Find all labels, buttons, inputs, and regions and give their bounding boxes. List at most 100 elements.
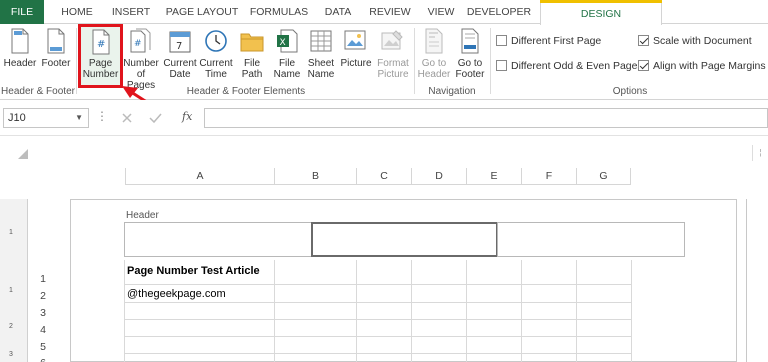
column-header-g[interactable]: G [576,168,631,185]
tab-insert[interactable]: INSERT [108,0,154,24]
go-to-header-icon [423,28,445,57]
different-odd-even-checkbox[interactable] [496,60,507,71]
row-header-5[interactable]: 5 [32,341,54,353]
name-box-dropdown-icon[interactable]: ▼ [75,109,83,127]
current-date-button[interactable]: 7 Current Date [162,28,198,84]
tab-review[interactable]: REVIEW [366,0,414,24]
different-odd-even-label: Different Odd & Even Pages [511,60,643,72]
tab-page-layout[interactable]: PAGE LAYOUT [164,0,240,24]
name-box[interactable]: J10 ▼ [3,108,89,128]
format-picture-icon [380,28,406,57]
ruler-tick: 3 [9,351,13,358]
header-label: Header [3,58,37,69]
row-header-2[interactable]: 2 [32,290,54,302]
align-with-margins-label: Align with Page Margins [653,60,766,72]
fx-icon[interactable]: fx [182,110,192,123]
column-header-f[interactable]: F [521,168,576,185]
cell-a2[interactable]: @thegeekpage.com [127,288,226,300]
enter-icon[interactable] [149,113,162,124]
grid-line [411,260,412,362]
grid-line [124,319,631,320]
sheet-name-button[interactable]: Sheet Name [304,28,338,84]
tab-design[interactable]: DESIGN [540,3,662,25]
tab-formulas[interactable]: FORMULAS [248,0,310,24]
ruler-tick: 1 [9,229,13,236]
grid-line [124,336,631,337]
align-with-margins-option[interactable]: Align with Page Margins [638,59,766,73]
number-of-pages-button[interactable]: # Number of Pages [122,28,160,91]
tab-home[interactable]: HOME [56,0,98,24]
grid-line [521,260,522,362]
file-name-label: File Name [273,58,301,80]
clock-icon [204,28,228,57]
grid-line [124,284,631,285]
formula-bar-grip-icon[interactable]: ⋮ [96,109,108,123]
name-box-value: J10 [8,112,26,124]
grid-line [356,260,357,362]
ribbon: Header Footer Header & Footer # Page Num… [0,24,768,100]
header-area-label: Header [126,210,159,221]
cancel-icon[interactable] [122,113,132,123]
tab-developer[interactable]: DEVELOPER [466,0,532,24]
footer-button[interactable]: Footer [38,28,74,84]
ruler-tick: 2 [9,323,13,330]
grid-line [274,260,275,362]
file-path-label: File Path [241,58,263,80]
header-button[interactable]: Header [2,28,38,84]
grid-line [124,260,125,362]
cell-a1[interactable]: Page Number Test Article [127,265,260,277]
svg-text:#: # [134,39,142,49]
header-left-section[interactable] [124,222,312,257]
grid-line [576,260,577,362]
select-all-icon[interactable] [18,149,28,159]
column-header-a[interactable]: A [125,168,274,185]
file-name-button[interactable]: X File Name [270,28,304,84]
column-header-e[interactable]: E [466,168,521,185]
vertical-ruler: 1 1 2 3 [0,199,28,362]
current-time-label: Current Time [199,58,233,80]
number-of-pages-icon: # [129,28,153,57]
picture-button[interactable]: Picture [338,28,374,84]
scale-with-document-checkbox[interactable] [638,35,649,46]
format-picture-label: Format Picture [377,58,409,80]
ribbon-tab-bar: FILE HOME INSERT PAGE LAYOUT FORMULAS DA… [0,0,768,25]
align-with-margins-checkbox[interactable] [638,60,649,71]
format-picture-button[interactable]: Format Picture [374,28,412,84]
formula-input[interactable] [204,108,768,128]
footer-icon [45,28,67,57]
sheet-icon [309,28,333,57]
worksheet-area[interactable]: ¦ A B C D E F G 1 1 2 3 Header 1 2 3 4 5… [0,137,768,362]
grid-line [124,353,631,354]
file-path-button[interactable]: File Path [236,28,268,84]
group-label-options: Options [612,86,648,97]
current-time-button[interactable]: Current Time [198,28,234,84]
scale-with-document-option[interactable]: Scale with Document [638,34,766,48]
go-to-footer-button[interactable]: Go to Footer [452,28,488,84]
calendar-icon: 7 [168,28,192,57]
different-first-page-label: Different First Page [511,35,602,47]
column-header-b[interactable]: B [274,168,356,185]
row-header-1[interactable]: 1 [32,273,54,285]
go-to-header-button[interactable]: Go to Header [416,28,452,84]
current-date-label: Current Date [163,58,197,80]
header-center-section[interactable] [311,222,498,257]
sheet-name-label: Sheet Name [307,58,335,80]
tab-view[interactable]: VIEW [424,0,458,24]
tab-file[interactable]: FILE [0,0,44,24]
row-header-6[interactable]: 6 [32,357,54,362]
grid-line [124,302,631,303]
different-first-page-checkbox[interactable] [496,35,507,46]
column-header-c[interactable]: C [356,168,411,185]
ruler-corner-icon: ¦ [752,145,768,161]
picture-label: Picture [340,58,372,69]
header-right-section[interactable] [497,222,685,257]
tab-data[interactable]: DATA [320,0,356,24]
footer-label: Footer [41,58,71,69]
page-number-button[interactable]: # Page Number [78,24,123,88]
row-header-4[interactable]: 4 [32,324,54,336]
row-header-3[interactable]: 3 [32,307,54,319]
different-odd-even-option[interactable]: Different Odd & Even Pages [496,59,643,73]
column-header-d[interactable]: D [411,168,466,185]
next-page-edge [746,199,768,362]
different-first-page-option[interactable]: Different First Page [496,34,626,48]
